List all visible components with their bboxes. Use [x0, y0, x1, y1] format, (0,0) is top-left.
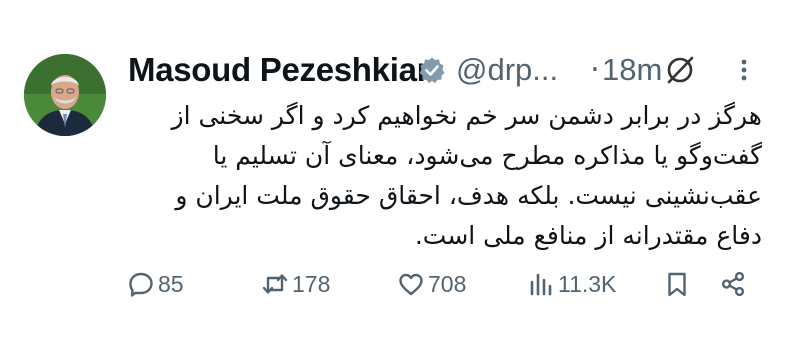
reply-button[interactable]: 85	[128, 266, 184, 302]
avatar[interactable]	[24, 54, 106, 136]
action-bar: 85 178 708 11.3K	[0, 266, 800, 302]
tweet-timestamp[interactable]: 18m	[602, 52, 662, 88]
tweet-header: Masoud Pezeshkian @drp... · 18m	[124, 52, 764, 88]
like-button[interactable]: 708	[398, 266, 466, 302]
grok-icon[interactable]	[664, 54, 696, 86]
verified-badge-icon	[419, 57, 445, 83]
repost-icon	[262, 274, 288, 294]
reply-count: 85	[158, 270, 184, 297]
author-handle[interactable]: @drp...	[456, 52, 558, 88]
repost-count: 178	[292, 270, 331, 297]
repost-button[interactable]: 178	[262, 266, 330, 302]
bookmark-icon	[668, 272, 686, 297]
reply-icon	[129, 272, 153, 297]
tweet-text-line: عقب‌نشینی نیست. بلکه هدف، احقاق حقوق ملت…	[175, 181, 762, 210]
separator-dot: ·	[590, 52, 600, 88]
like-count: 708	[428, 270, 467, 297]
views-count: 11.3K	[558, 270, 617, 297]
views-chart-icon	[530, 273, 552, 296]
tweet-text-line: هرگز در برابر دشمن سر خم نخواهیم کرد و ا…	[171, 101, 763, 130]
author-name[interactable]: Masoud Pezeshkian	[128, 52, 437, 88]
tweet-text: هرگز در برابر دشمن سر خم نخواهیم کرد و ا…	[120, 96, 763, 256]
tweet-text-line: دفاع مقتدرانه از منافع ملی است.	[414, 221, 762, 250]
share-icon	[721, 271, 745, 297]
more-options-icon[interactable]	[732, 56, 756, 84]
avatar-photo	[24, 54, 106, 136]
tweet-text-line: گفت‌وگو یا مذاکره مطرح می‌شود، معنای آن …	[212, 141, 762, 170]
share-button[interactable]	[720, 266, 746, 302]
views-button[interactable]: 11.3K	[528, 266, 616, 302]
bookmark-button[interactable]	[664, 266, 690, 302]
heart-icon	[399, 273, 423, 296]
